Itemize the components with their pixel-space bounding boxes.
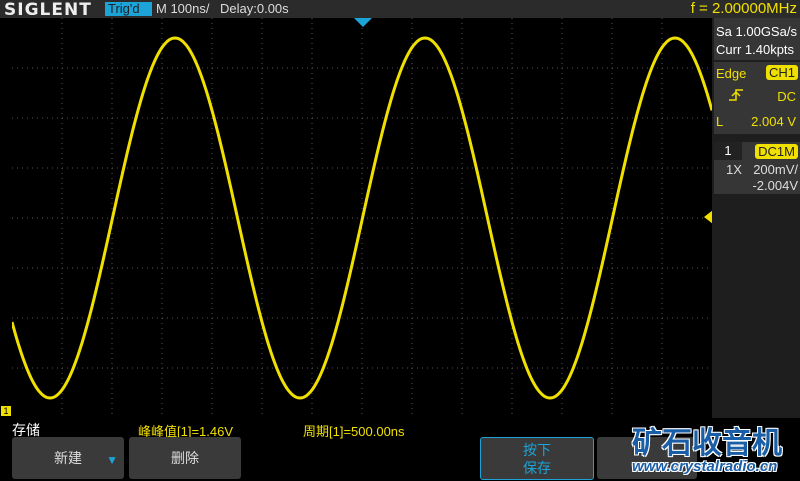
channel1-box[interactable]: 1 DC1M 1X 200mV/ -2.004V <box>714 142 800 194</box>
watermark-title: 矿石收音机 <box>632 427 782 460</box>
vertical-offset: -2.004V <box>752 178 798 193</box>
memory-depth: Curr 1.40kpts <box>716 42 795 57</box>
press-save-line1: 按下 <box>523 442 551 458</box>
trigger-position-marker[interactable] <box>354 18 372 28</box>
trigger-source: CH1 <box>765 65 798 80</box>
channel-coupling: DC1M <box>755 144 798 159</box>
channel-number: 1 <box>714 142 742 160</box>
top-status-bar: SIGLENT Trig'd M 100ns/ Delay:0.00s f = … <box>0 0 800 20</box>
trigger-status: Trig'd <box>105 2 152 16</box>
trigger-box[interactable]: Edge CH1 DC L 2.004 V <box>714 62 800 134</box>
probe-ratio: 1X <box>726 162 742 177</box>
rising-edge-icon <box>729 89 743 101</box>
timebase-readout[interactable]: M 100ns/ <box>156 1 209 16</box>
press-save-button[interactable]: 按下 保存 <box>480 437 594 480</box>
channel1-marker[interactable]: 1 <box>1 406 11 416</box>
acquisition-box: Sa 1.00GSa/s Curr 1.40kpts <box>714 18 800 60</box>
vertical-scale: 200mV/ <box>753 162 798 177</box>
delete-button[interactable]: 删除 <box>129 437 241 479</box>
brand-logo: SIGLENT <box>4 0 92 20</box>
trigger-type: Edge <box>716 66 747 81</box>
measurement-period: 周期[1]=500.00ns <box>303 424 405 439</box>
new-label: 新建 <box>54 450 82 466</box>
arrow-down-icon: ▼ <box>106 453 118 467</box>
sample-rate: Sa 1.00GSa/s <box>716 24 797 39</box>
delay-readout[interactable]: Delay:0.00s <box>220 1 289 16</box>
press-save-line2: 保存 <box>523 460 551 476</box>
side-panel: Sa 1.00GSa/s Curr 1.40kpts Edge CH1 DC L… <box>712 18 800 418</box>
trigger-level-label: L <box>716 114 724 129</box>
watermark-url: www.crystalradio.cn <box>632 458 778 475</box>
delete-label: 删除 <box>171 450 199 466</box>
frequency-readout: f = 2.00000MHz <box>690 0 797 17</box>
trigger-coupling: DC <box>777 89 796 104</box>
waveform-display[interactable] <box>12 18 713 418</box>
trigger-level: 2.004 V <box>751 114 796 129</box>
new-button[interactable]: 新建 ▼ <box>12 437 124 479</box>
